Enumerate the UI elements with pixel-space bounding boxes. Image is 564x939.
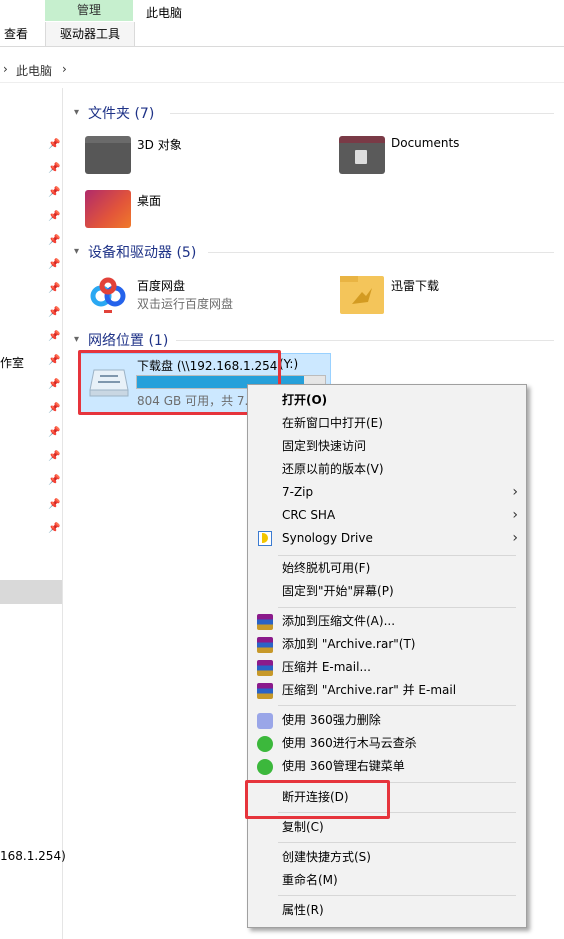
pin-icon[interactable]: 📌: [48, 332, 60, 342]
tab-view[interactable]: 查看: [0, 22, 44, 46]
nav-selected-item[interactable]: [0, 580, 62, 604]
pin-icon[interactable]: 📌: [48, 212, 60, 222]
breadcrumb-separator[interactable]: ›: [3, 62, 8, 76]
menu-item-crc-sha[interactable]: CRC SHA ›: [248, 504, 526, 527]
pin-icon[interactable]: 📌: [48, 284, 60, 294]
group-header-network[interactable]: 网络位置 (1): [88, 330, 168, 350]
menu-item-open-new-window[interactable]: 在新窗口中打开(E): [248, 412, 526, 435]
360-shredder-icon: [257, 713, 273, 729]
submenu-arrow-icon: ›: [512, 507, 518, 523]
baidu-netdisk-icon[interactable]: [84, 270, 132, 318]
360-security-icon: [257, 759, 273, 775]
navigation-pane: 📌 📌 📌 📌 📌 📌 📌 📌 📌 📌 📌 📌 📌 📌 📌 📌 📌 作室 168…: [0, 88, 66, 939]
pin-icon[interactable]: 📌: [48, 356, 60, 366]
submenu-arrow-icon: ›: [512, 484, 518, 500]
menu-item-compress-rar-email[interactable]: 压缩到 "Archive.rar" 并 E-mail: [248, 679, 526, 702]
folder-documents-icon[interactable]: [339, 136, 385, 174]
chevron-down-icon[interactable]: ▾: [74, 334, 79, 345]
menu-separator: [278, 607, 516, 608]
group-divider: [170, 113, 554, 114]
synology-drive-icon: [258, 531, 272, 546]
pin-icon[interactable]: 📌: [48, 164, 60, 174]
manage-context-header[interactable]: 管理: [45, 0, 133, 21]
menu-item-360-force-delete[interactable]: 使用 360强力删除: [248, 709, 526, 732]
chevron-down-icon[interactable]: ▾: [74, 246, 79, 257]
menu-item-open[interactable]: 打开(O): [248, 389, 526, 412]
nav-item-partial[interactable]: 作室: [0, 354, 24, 371]
menu-item-7zip[interactable]: 7-Zip ›: [248, 481, 526, 504]
folder-label[interactable]: 桌面: [137, 192, 161, 209]
address-bar[interactable]: › 此电脑 ›: [0, 56, 564, 83]
folder-desktop-icon[interactable]: [85, 190, 131, 228]
pin-icon[interactable]: 📌: [48, 524, 60, 534]
menu-item-pin-quick-access[interactable]: 固定到快速访问: [248, 435, 526, 458]
highlight-box-disconnect: [245, 780, 390, 819]
pin-icon[interactable]: 📌: [48, 452, 60, 462]
pin-icon[interactable]: 📌: [48, 476, 60, 486]
menu-item-rename[interactable]: 重命名(M): [248, 869, 526, 892]
xunlei-folder-icon[interactable]: [338, 270, 386, 318]
device-label[interactable]: 迅雷下载: [391, 277, 439, 294]
pin-icon[interactable]: 📌: [48, 140, 60, 150]
network-drive-letter[interactable]: (Y:): [279, 357, 298, 371]
breadcrumb-chevron[interactable]: ›: [62, 62, 67, 76]
pin-icon[interactable]: 📌: [48, 308, 60, 318]
submenu-arrow-icon: ›: [512, 530, 518, 546]
menu-item-always-offline[interactable]: 始终脱机可用(F): [248, 557, 526, 580]
pin-icon[interactable]: 📌: [48, 428, 60, 438]
winrar-icon: [257, 683, 273, 699]
group-header-devices[interactable]: 设备和驱动器 (5): [88, 242, 196, 262]
menu-item-add-archive-rar[interactable]: 添加到 "Archive.rar"(T): [248, 633, 526, 656]
menu-item-compress-email[interactable]: 压缩并 E-mail...: [248, 656, 526, 679]
folder-label[interactable]: Documents: [391, 136, 459, 150]
pin-icon[interactable]: 📌: [48, 236, 60, 246]
menu-item-add-archive[interactable]: 添加到压缩文件(A)...: [248, 610, 526, 633]
pin-icon[interactable]: 📌: [48, 500, 60, 510]
360-security-icon: [257, 736, 273, 752]
menu-item-properties[interactable]: 属性(R): [248, 899, 526, 922]
menu-separator: [278, 842, 516, 843]
menu-item-360-scan[interactable]: 使用 360进行木马云查杀: [248, 732, 526, 755]
device-subtitle: 双击运行百度网盘: [137, 297, 234, 311]
group-header-folders[interactable]: 文件夹 (7): [88, 103, 154, 123]
context-menu: 打开(O) 在新窗口中打开(E) 固定到快速访问 还原以前的版本(V) 7-Zi…: [247, 384, 527, 928]
folder-label[interactable]: 3D 对象: [137, 136, 182, 153]
menu-item-copy[interactable]: 复制(C): [248, 816, 526, 839]
chevron-down-icon[interactable]: ▾: [74, 107, 79, 118]
device-label[interactable]: 百度网盘: [137, 277, 185, 294]
tab-drive-tools[interactable]: 驱动器工具: [45, 22, 135, 46]
winrar-icon: [257, 614, 273, 630]
menu-item-pin-start[interactable]: 固定到"开始"屏幕(P): [248, 580, 526, 603]
pin-icon[interactable]: 📌: [48, 404, 60, 414]
pin-icon[interactable]: 📌: [48, 380, 60, 390]
pin-icon[interactable]: 📌: [48, 260, 60, 270]
menu-separator: [278, 555, 516, 556]
menu-item-restore-versions[interactable]: 还原以前的版本(V): [248, 458, 526, 481]
winrar-icon: [257, 660, 273, 676]
tab-this-pc[interactable]: 此电脑: [146, 4, 182, 21]
group-divider: [176, 340, 554, 341]
pin-icon[interactable]: 📌: [48, 188, 60, 198]
menu-item-360-manage[interactable]: 使用 360管理右键菜单: [248, 755, 526, 778]
menu-item-synology-drive[interactable]: Synology Drive ›: [248, 527, 526, 550]
menu-separator: [278, 705, 516, 706]
winrar-icon: [257, 637, 273, 653]
menu-separator: [278, 895, 516, 896]
breadcrumb-this-pc[interactable]: 此电脑: [16, 62, 52, 79]
group-divider: [208, 252, 554, 253]
nav-item-network-partial[interactable]: 168.1.254): [0, 849, 66, 863]
folder-3d-icon[interactable]: [85, 136, 131, 174]
menu-item-create-shortcut[interactable]: 创建快捷方式(S): [248, 846, 526, 869]
